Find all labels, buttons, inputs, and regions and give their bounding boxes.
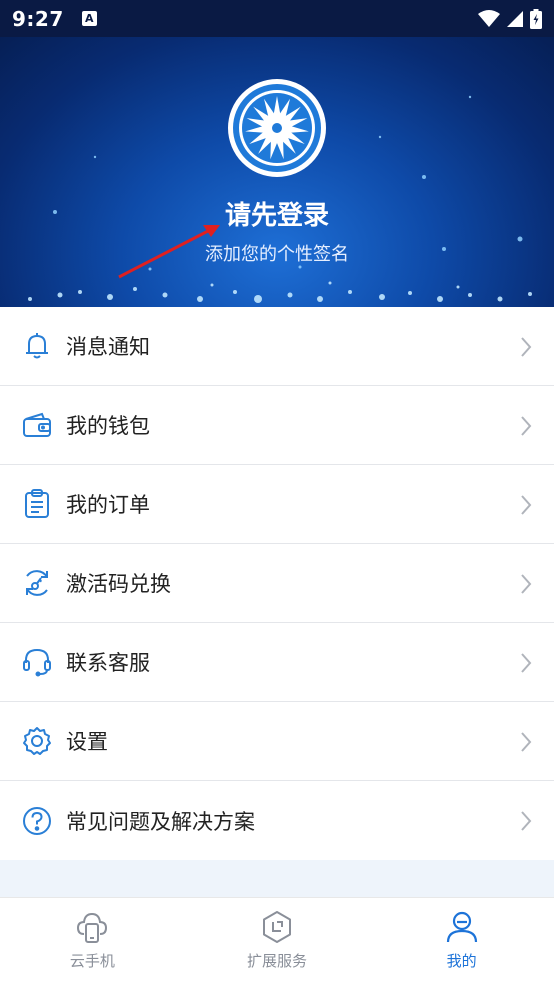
menu-item-customer-service[interactable]: 联系客服: [0, 623, 554, 702]
key-exchange-icon: [22, 568, 52, 598]
expand-service-icon: [263, 911, 291, 943]
menu-item-settings[interactable]: 设置: [0, 702, 554, 781]
annotation-arrow: [118, 225, 220, 279]
menu-label-faq: 常见问题及解决方案: [66, 809, 255, 834]
bottom-tab-bar: 云手机 扩展服务 我的: [0, 897, 554, 984]
menu-item-orders[interactable]: 我的订单: [0, 465, 554, 544]
menu-label-settings: 设置: [66, 730, 108, 754]
menu-label-customer-service: 联系客服: [66, 651, 150, 675]
status-icons: [478, 8, 542, 29]
menu-item-activation-code[interactable]: 激活码兑换: [0, 544, 554, 623]
clipboard-icon: [22, 489, 52, 519]
tab-cloud-phone[interactable]: 云手机: [0, 898, 185, 984]
chevron-right-icon: [521, 811, 532, 831]
chevron-right-icon: [521, 574, 532, 594]
tab-label-expand-service: 扩展服务: [247, 952, 308, 970]
menu-list: 消息通知 我的钱包 我的订单 激活码兑换 联系客服 设置 常见问题及解决方案: [0, 307, 554, 860]
chevron-right-icon: [521, 653, 532, 673]
notification-icon: A: [81, 11, 97, 26]
menu-item-wallet[interactable]: 我的钱包: [0, 386, 554, 465]
tab-profile[interactable]: 我的: [369, 898, 554, 984]
cloud-phone-icon: [77, 912, 108, 943]
status-time: 9:27: [12, 6, 64, 31]
wallet-icon: [22, 410, 52, 440]
headset-icon: [22, 647, 52, 677]
profile-header: 请先登录 添加您的个性签名: [0, 37, 554, 307]
menu-label-orders: 我的订单: [66, 493, 150, 517]
chevron-right-icon: [521, 732, 532, 752]
bell-icon: [22, 331, 52, 361]
menu-label-wallet: 我的钱包: [66, 414, 150, 438]
menu-label-activation-code: 激活码兑换: [66, 572, 171, 596]
menu-item-faq[interactable]: 常见问题及解决方案: [0, 781, 554, 860]
gear-icon: [22, 726, 52, 756]
help-icon: [22, 806, 52, 836]
tab-expand-service[interactable]: 扩展服务: [185, 898, 370, 984]
chevron-right-icon: [521, 495, 532, 515]
chevron-right-icon: [521, 337, 532, 357]
tab-label-profile: 我的: [446, 952, 477, 970]
menu-label-notifications: 消息通知: [66, 335, 150, 359]
signal-icon: [507, 10, 523, 27]
menu-item-notifications[interactable]: 消息通知: [0, 307, 554, 386]
chevron-right-icon: [521, 416, 532, 436]
status-bar: 9:27 A: [0, 0, 554, 37]
profile-icon: [446, 911, 477, 943]
battery-icon: [530, 8, 542, 29]
tab-label-cloud-phone: 云手机: [69, 952, 115, 970]
wifi-icon: [478, 9, 500, 27]
